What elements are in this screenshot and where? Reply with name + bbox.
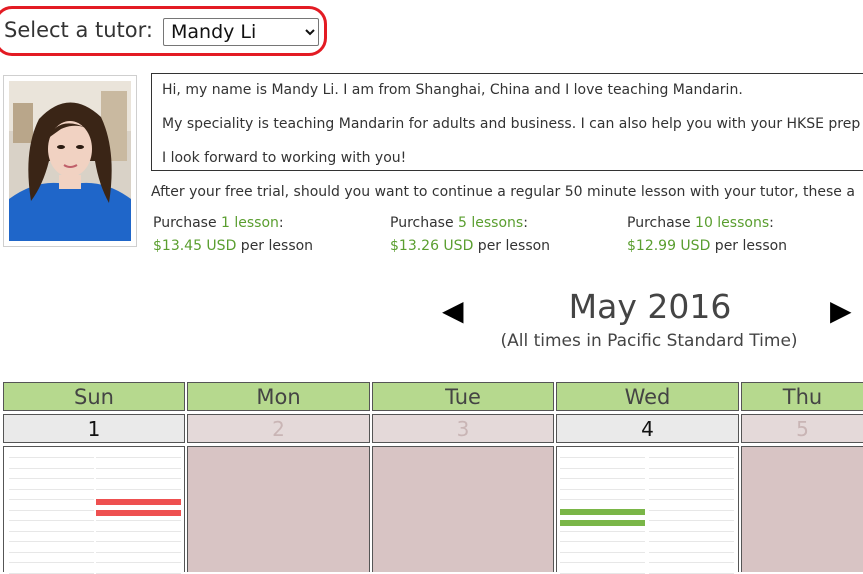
slot-column xyxy=(96,451,181,574)
slot-divider xyxy=(9,478,94,479)
bio-line: My speciality is teaching Mandarin for a… xyxy=(162,116,861,132)
day-slots-mon xyxy=(187,446,370,572)
tutor-photo xyxy=(9,81,131,241)
slot-divider xyxy=(9,551,94,553)
slot-divider xyxy=(649,509,734,511)
slot-divider xyxy=(96,562,181,563)
purchase-1-lesson-link[interactable]: 1 lesson xyxy=(221,215,279,231)
purchase-option-1: Purchase 1 lesson: $13.45 USD per lesson xyxy=(153,212,313,258)
purchase-prefix: Purchase xyxy=(390,215,459,231)
after-trial-note: After your free trial, should you want t… xyxy=(151,184,855,200)
slot-divider xyxy=(560,467,645,469)
purchase-option-10: Purchase 10 lessons: $12.99 USD per less… xyxy=(627,212,787,258)
open-slot[interactable] xyxy=(560,509,645,515)
price-value: $12.99 USD xyxy=(627,238,711,254)
price-value: $13.45 USD xyxy=(153,238,237,254)
purchase-10-lessons-link[interactable]: 10 lessons xyxy=(695,215,769,231)
day-header-tue: Tue xyxy=(372,382,554,411)
slot-divider xyxy=(649,551,734,553)
day-header-sun: Sun xyxy=(3,382,185,411)
timezone-note: (All times in Pacific Standard Time) xyxy=(500,331,798,351)
price-value: $13.26 USD xyxy=(390,238,474,254)
day-slots-wed xyxy=(556,446,739,574)
slot-divider xyxy=(9,509,94,511)
slot-divider xyxy=(96,457,181,458)
day-header-wed: Wed xyxy=(556,382,739,411)
day-header-mon: Mon xyxy=(187,382,370,411)
slot-divider xyxy=(649,488,734,490)
slot-divider xyxy=(649,572,734,574)
slot-divider xyxy=(560,488,645,490)
day-slots-thu xyxy=(741,446,863,572)
slot-divider xyxy=(9,457,94,458)
slot-divider xyxy=(9,541,94,542)
prev-month-arrow-icon[interactable]: ◀ xyxy=(442,296,464,326)
slot-divider xyxy=(649,520,734,521)
slot-divider xyxy=(9,562,94,563)
purchase-suffix: : xyxy=(769,215,774,231)
price-unit: per lesson xyxy=(710,238,788,254)
bio-line: Hi, my name is Mandy Li. I am from Shang… xyxy=(162,82,743,98)
open-slot[interactable] xyxy=(560,520,645,526)
purchase-prefix: Purchase xyxy=(627,215,696,231)
day-slots-sun xyxy=(3,446,185,574)
purchase-prefix: Purchase xyxy=(153,215,222,231)
price-unit: per lesson xyxy=(236,238,314,254)
booked-slot[interactable] xyxy=(96,499,181,505)
slot-divider xyxy=(649,457,734,458)
date-cell-2: 2 xyxy=(187,414,370,443)
slot-divider xyxy=(9,467,94,469)
slot-divider xyxy=(649,562,734,563)
date-cell-3: 3 xyxy=(372,414,554,443)
slot-divider xyxy=(649,541,734,542)
slot-divider xyxy=(9,488,94,490)
day-header-thu: Thu xyxy=(741,382,863,411)
slot-column xyxy=(9,451,94,574)
slot-divider xyxy=(9,530,94,532)
month-title: May 2016 xyxy=(568,287,732,326)
purchase-option-5: Purchase 5 lessons: $13.26 USD per lesso… xyxy=(390,212,550,258)
slot-divider xyxy=(96,530,181,532)
tutor-bio: Hi, my name is Mandy Li. I am from Shang… xyxy=(151,73,863,171)
next-month-arrow-icon[interactable]: ▶ xyxy=(830,296,852,326)
slot-column xyxy=(560,451,645,574)
tutor-select[interactable]: Mandy Li xyxy=(163,18,319,46)
booked-slot[interactable] xyxy=(96,510,181,516)
slot-divider xyxy=(560,530,645,532)
slot-divider xyxy=(560,562,645,563)
slot-divider xyxy=(96,541,181,542)
price-unit: per lesson xyxy=(473,238,551,254)
slot-divider xyxy=(560,551,645,553)
bio-line: I look forward to working with you! xyxy=(162,150,407,166)
slot-divider xyxy=(96,478,181,479)
purchase-suffix: : xyxy=(278,215,284,231)
tutor-select-label: Select a tutor: xyxy=(4,18,153,42)
slot-divider xyxy=(560,572,645,574)
date-cell-5: 5 xyxy=(741,414,863,443)
slot-divider xyxy=(9,572,94,574)
slot-divider xyxy=(560,541,645,542)
slot-divider xyxy=(9,520,94,521)
purchase-suffix: : xyxy=(523,215,528,231)
slot-divider xyxy=(560,499,645,500)
slot-divider xyxy=(649,467,734,469)
purchase-5-lessons-link[interactable]: 5 lessons xyxy=(458,215,523,231)
slot-divider xyxy=(649,478,734,479)
slot-divider xyxy=(96,551,181,553)
slot-divider xyxy=(96,467,181,469)
date-cell-4[interactable]: 4 xyxy=(556,414,739,443)
slot-divider xyxy=(560,478,645,479)
slot-divider xyxy=(96,520,181,521)
slot-divider xyxy=(96,572,181,574)
tutor-avatar xyxy=(3,75,137,247)
date-cell-1[interactable]: 1 xyxy=(3,414,185,443)
slot-divider xyxy=(96,488,181,490)
day-slots-tue xyxy=(372,446,554,572)
slot-divider xyxy=(649,499,734,500)
slot-column xyxy=(649,451,734,574)
slot-divider xyxy=(9,499,94,500)
slot-divider xyxy=(649,530,734,532)
slot-divider xyxy=(560,457,645,458)
